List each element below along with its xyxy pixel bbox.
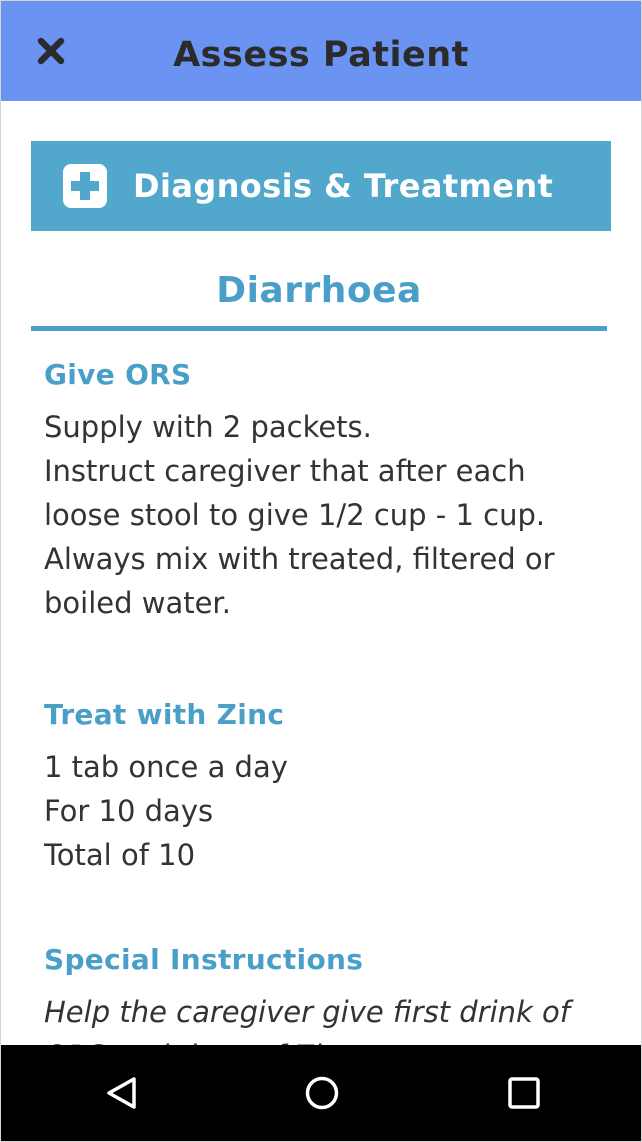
section-heading-give-ors: Give ORS [44, 358, 192, 391]
system-nav-bar [1, 1045, 641, 1141]
treatment-content: Give ORS Supply with 2 packets. Instruct… [44, 349, 604, 1078]
nav-recents-button[interactable] [498, 1067, 550, 1119]
banner-label: Diagnosis & Treatment [133, 167, 554, 205]
app-screen: Assess Patient Diagnosis & Treatment Dia… [0, 0, 642, 1142]
back-triangle-icon [107, 1077, 136, 1109]
condition-divider [31, 326, 607, 331]
section-line: Instruct caregiver that after each [44, 454, 526, 488]
diagnosis-treatment-banner: Diagnosis & Treatment [31, 141, 611, 231]
condition-title: Diarrhoea [216, 270, 422, 311]
nav-back-button[interactable] [96, 1067, 148, 1119]
nav-home-button[interactable] [296, 1067, 348, 1119]
section-line: Supply with 2 packets. [44, 410, 372, 444]
section-heading-treat-with-zinc: Treat with Zinc [44, 698, 285, 731]
section-line: Total of 10 [44, 838, 196, 872]
section-line: Always mix with treated, filtered or [44, 542, 555, 576]
page-title: Assess Patient [173, 35, 469, 75]
section-line: loose stool to give 1/2 cup - 1 cup. [44, 498, 546, 532]
section-line: Help the caregiver give first drink of [44, 995, 571, 1029]
section-line: boiled water. [44, 586, 231, 620]
recents-square-icon [508, 1077, 540, 1109]
plus-square-icon [63, 164, 107, 208]
section-line: 1 tab once a day [44, 750, 288, 784]
home-circle-icon [305, 1076, 339, 1110]
app-header: Assess Patient [1, 1, 641, 101]
section-line: For 10 days [44, 794, 214, 828]
section-heading-special-instructions: Special Instructions [44, 943, 364, 976]
